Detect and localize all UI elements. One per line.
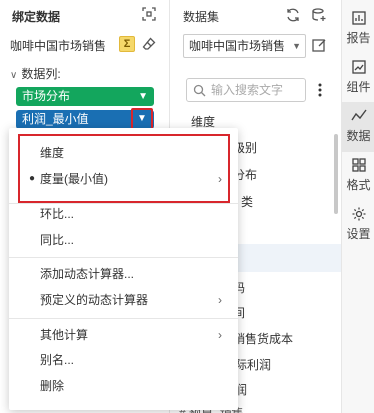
rail-item-report[interactable]: 报告: [342, 4, 374, 54]
add-dataset-icon[interactable]: [310, 6, 328, 24]
bind-settings-icon[interactable]: [140, 5, 158, 23]
panel-title: 绑定数据: [12, 10, 61, 24]
chevron-right-icon: ›: [218, 172, 222, 186]
menu-item-measure-min[interactable]: ● 度量(最小值) ›: [9, 167, 238, 191]
menu-item-period-compare[interactable]: 环比...: [9, 202, 238, 226]
panel-title: 数据集: [183, 10, 220, 24]
dataset-select[interactable]: 咖啡中国市场销售 ▼: [183, 34, 306, 58]
settings-icon: [352, 207, 365, 221]
rail-item-label: 格式: [346, 178, 371, 192]
menu-item-add-dynamic-calc[interactable]: 添加动态计算器...: [9, 262, 238, 286]
selected-bullet-icon: ●: [29, 173, 36, 184]
menu-item-alias[interactable]: 别名...: [9, 348, 238, 372]
component-icon: [351, 60, 366, 74]
field-context-menu: 维度 ● 度量(最小值) › 环比... 同比... 添加动态计算器... 预定…: [9, 128, 238, 410]
report-icon: [351, 11, 366, 25]
menu-item-dimension[interactable]: 维度: [9, 141, 238, 165]
field-pill-market[interactable]: 市场分布 ▼: [16, 87, 154, 106]
menu-item-other-calc[interactable]: 其他计算 ›: [9, 323, 238, 347]
chevron-down-icon[interactable]: ▼: [138, 87, 148, 106]
rail-item-label: 组件: [346, 80, 371, 94]
menu-item-year-compare[interactable]: 同比...: [9, 228, 238, 252]
menu-item-predefined-dynamic-calc[interactable]: 预定义的动态计算器 ›: [9, 288, 238, 312]
menu-divider: [9, 257, 238, 258]
list-item[interactable]: 际利润: [235, 356, 271, 373]
field-menu-trigger[interactable]: ▼: [131, 108, 153, 130]
rail-item-component[interactable]: 组件: [342, 53, 374, 103]
chevron-right-icon: ›: [218, 328, 222, 342]
rail-item-label: 报告: [346, 31, 371, 45]
rail-item-label: 数据: [346, 129, 371, 143]
eraser-icon[interactable]: [141, 36, 157, 52]
data-icon: [350, 109, 367, 121]
field-pill-label: 市场分布: [22, 89, 71, 103]
sum-icon[interactable]: Σ: [119, 36, 135, 52]
field-pill-label: 利润_最小值: [22, 112, 89, 126]
chevron-right-icon: ›: [218, 293, 222, 307]
menu-divider: [9, 318, 238, 319]
refresh-icon[interactable]: [284, 6, 302, 24]
more-options-icon[interactable]: [313, 81, 327, 99]
chevron-down-icon: ∨: [10, 70, 18, 81]
list-item[interactable]: 类: [241, 193, 253, 210]
chevron-down-icon: ▼: [292, 41, 301, 51]
bound-dataset-name: 咖啡中国市场销售: [10, 39, 107, 53]
rail-item-format[interactable]: 格式: [342, 151, 374, 201]
rail-item-data[interactable]: 数据: [342, 102, 374, 152]
list-item[interactable]: 销售货成本: [233, 330, 293, 347]
edit-icon[interactable]: [310, 36, 328, 54]
data-columns-label[interactable]: ∨ 数据列:: [10, 65, 61, 82]
search-icon: [192, 83, 206, 97]
scrollbar[interactable]: [334, 134, 338, 214]
right-side-rail: 报告 组件 数据 格式 设置: [341, 0, 374, 413]
menu-item-delete[interactable]: 删除: [9, 374, 238, 398]
rail-item-label: 设置: [346, 227, 371, 241]
format-icon: [351, 158, 366, 172]
rail-item-settings[interactable]: 设置: [342, 200, 374, 250]
